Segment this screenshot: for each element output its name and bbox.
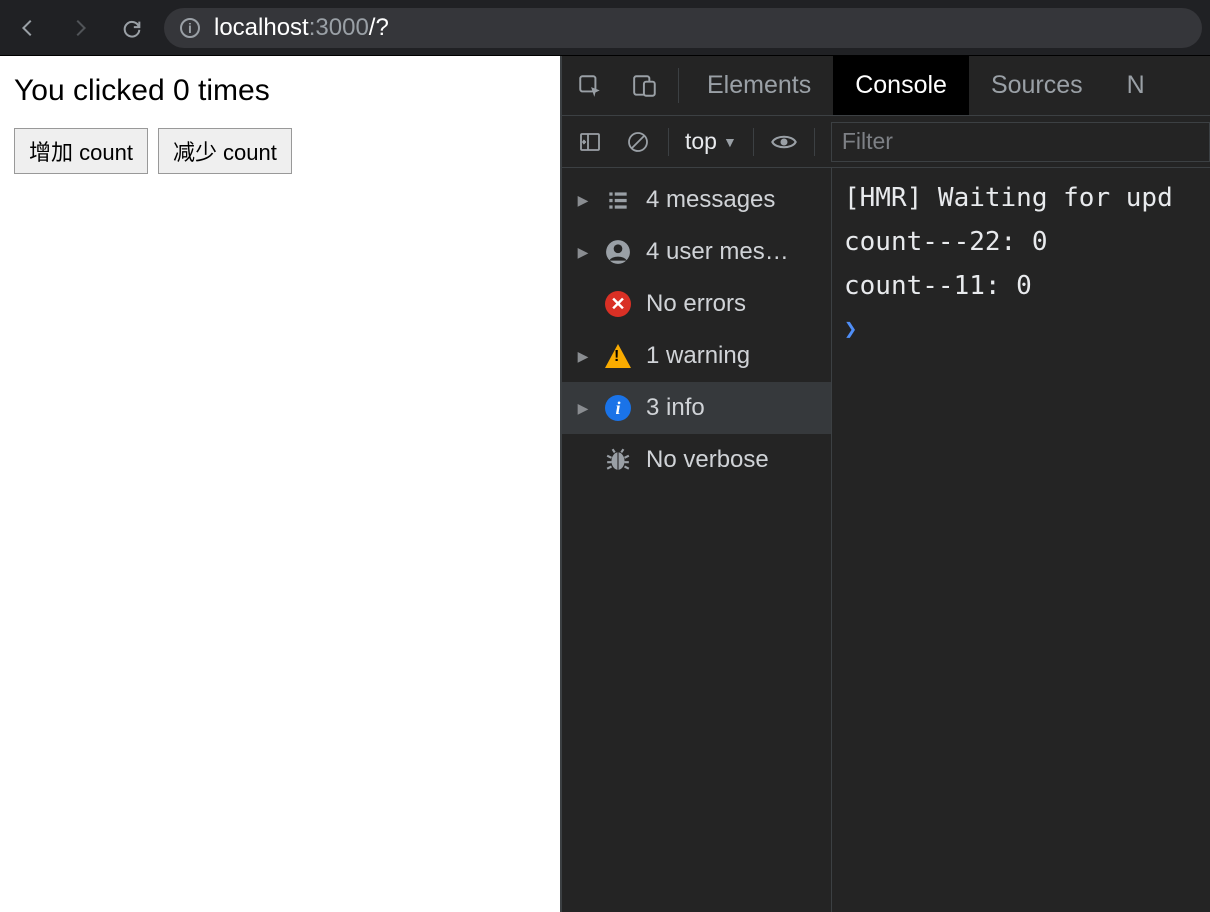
inspect-element-icon[interactable] (562, 56, 617, 115)
sidebar-item-user-messages[interactable]: ▶ 4 user mes… (562, 226, 831, 278)
toolbar-separator (814, 128, 815, 156)
sidebar-item-messages[interactable]: ▶ 4 messages (562, 174, 831, 226)
url-host: localhost (214, 14, 309, 41)
toolbar-separator (668, 128, 669, 156)
browser-toolbar: i localhost:3000/? (0, 0, 1210, 56)
url-text: localhost:3000/? (214, 14, 389, 42)
url-path: /? (369, 14, 389, 41)
expand-arrow-icon: ▶ (576, 400, 590, 417)
console-sidebar: ▶ 4 messages ▶ 4 user mes… ▶ ✕ N (562, 168, 832, 912)
sidebar-label: 4 user mes… (646, 238, 831, 266)
console-line: [HMR] Waiting for upd (844, 176, 1198, 220)
warning-icon (604, 342, 632, 370)
chevron-down-icon: ▼ (723, 134, 737, 150)
sidebar-item-warnings[interactable]: ▶ 1 warning (562, 330, 831, 382)
sidebar-label: No verbose (646, 446, 831, 474)
tab-elements[interactable]: Elements (685, 56, 833, 115)
console-output[interactable]: [HMR] Waiting for upd count---22: 0 coun… (832, 168, 1210, 912)
live-expression-icon[interactable] (762, 120, 806, 164)
filter-input[interactable] (832, 128, 1209, 155)
back-button[interactable] (8, 8, 48, 48)
console-toolbar: top ▼ (562, 116, 1210, 168)
url-port: :3000 (309, 14, 369, 41)
button-row: 增加 count 减少 count (14, 128, 546, 174)
devtools-panel: Elements Console Sources N top ▼ (560, 56, 1210, 912)
info-icon: i (604, 394, 632, 422)
tab-separator (678, 68, 679, 103)
decrease-count-button[interactable]: 减少 count (158, 128, 292, 174)
reload-button[interactable] (112, 8, 152, 48)
device-toggle-icon[interactable] (617, 56, 672, 115)
sidebar-item-info[interactable]: ▶ i 3 info (562, 382, 831, 434)
forward-button[interactable] (60, 8, 100, 48)
devtools-tabstrip: Elements Console Sources N (562, 56, 1210, 116)
context-selector[interactable]: top ▼ (677, 128, 745, 155)
increase-count-button[interactable]: 增加 count (14, 128, 148, 174)
expand-arrow-icon: ▶ (576, 348, 590, 365)
context-label: top (685, 128, 717, 155)
clear-console-icon[interactable] (616, 120, 660, 164)
rendered-page: You clicked 0 times 增加 count 减少 count (0, 56, 560, 912)
list-icon (604, 186, 632, 214)
main-split: You clicked 0 times 增加 count 减少 count El… (0, 56, 1210, 912)
expand-arrow-icon: ▶ (576, 244, 590, 261)
bug-icon (604, 446, 632, 474)
sidebar-label: 1 warning (646, 342, 831, 370)
sidebar-item-errors[interactable]: ▶ ✕ No errors (562, 278, 831, 330)
sidebar-label: No errors (646, 290, 831, 318)
console-prompt-icon[interactable]: ❯ (844, 317, 1198, 342)
site-info-icon[interactable]: i (180, 18, 200, 38)
toolbar-separator (753, 128, 754, 156)
tab-sources[interactable]: Sources (969, 56, 1105, 115)
toggle-sidebar-icon[interactable] (568, 120, 612, 164)
expand-arrow-icon: ▶ (576, 192, 590, 209)
console-line: count---22: 0 (844, 220, 1198, 264)
console-body: ▶ 4 messages ▶ 4 user mes… ▶ ✕ N (562, 168, 1210, 912)
error-icon: ✕ (604, 290, 632, 318)
tab-console[interactable]: Console (833, 56, 969, 115)
console-line: count--11: 0 (844, 264, 1198, 308)
sidebar-label: 4 messages (646, 186, 831, 214)
sidebar-label: 3 info (646, 394, 831, 422)
sidebar-item-verbose[interactable]: ▶ No verbose (562, 434, 831, 486)
user-icon (604, 238, 632, 266)
filter-input-wrapper (831, 122, 1210, 162)
address-bar[interactable]: i localhost:3000/? (164, 8, 1202, 48)
tab-more[interactable]: N (1105, 56, 1167, 115)
click-heading: You clicked 0 times (14, 74, 546, 108)
